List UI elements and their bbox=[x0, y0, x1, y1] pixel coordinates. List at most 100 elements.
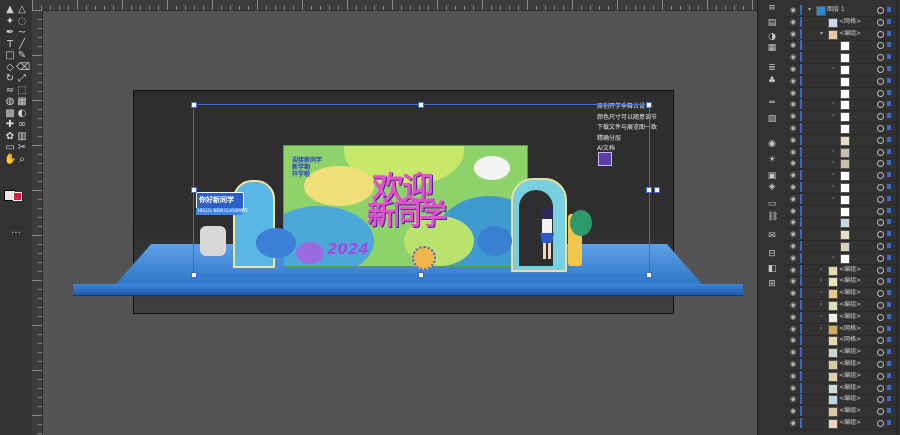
selection-indicator[interactable] bbox=[887, 384, 891, 390]
expand-arrow-icon[interactable]: › bbox=[820, 299, 822, 311]
slice-tool-icon[interactable]: ✂ bbox=[16, 142, 28, 154]
properties-icon[interactable]: ≡ bbox=[767, 4, 777, 13]
pathfinder-icon[interactable]: ◧ bbox=[767, 265, 777, 274]
target-circle-icon[interactable] bbox=[877, 396, 884, 404]
selection-indicator[interactable] bbox=[887, 89, 891, 95]
selection-indicator[interactable] bbox=[887, 290, 891, 296]
target-circle-icon[interactable] bbox=[877, 125, 884, 132]
visibility-eye-icon[interactable]: ◉ bbox=[789, 4, 797, 16]
target-circle-icon[interactable] bbox=[877, 420, 884, 427]
blend-tool-icon[interactable]: ∞ bbox=[16, 119, 28, 131]
visibility-eye-icon[interactable]: ◉ bbox=[789, 299, 797, 311]
selection-indicator[interactable] bbox=[887, 349, 891, 355]
selection-indicator[interactable] bbox=[887, 195, 891, 201]
align-icon[interactable]: ⊟ bbox=[767, 250, 777, 259]
selection-indicator[interactable] bbox=[887, 30, 891, 36]
selection-indicator[interactable] bbox=[887, 243, 891, 248]
selection-indicator[interactable] bbox=[887, 207, 891, 213]
collapse-arrow-icon[interactable]: ▾ bbox=[820, 28, 823, 40]
scale-tool-icon[interactable]: ⤢ bbox=[16, 73, 28, 85]
gradient-icon[interactable]: ▧ bbox=[767, 115, 777, 124]
visibility-eye-icon[interactable]: ◉ bbox=[789, 393, 797, 405]
appearance-icon[interactable]: ☀ bbox=[767, 156, 777, 165]
rotate-tool-icon[interactable]: ↻ bbox=[4, 73, 16, 85]
magic-wand-icon[interactable]: ✦ bbox=[4, 16, 16, 28]
target-circle-icon[interactable] bbox=[877, 160, 884, 168]
expand-arrow-icon[interactable]: › bbox=[832, 181, 834, 193]
libraries-icon[interactable]: ▤ bbox=[767, 19, 777, 28]
visibility-eye-icon[interactable]: ◉ bbox=[789, 323, 797, 335]
visibility-eye-icon[interactable]: ◉ bbox=[789, 75, 797, 87]
selection-indicator[interactable] bbox=[887, 313, 891, 319]
visibility-eye-icon[interactable]: ◉ bbox=[789, 275, 797, 287]
transform-icon[interactable]: ⊞ bbox=[767, 280, 777, 289]
visibility-eye-icon[interactable]: ◉ bbox=[789, 370, 797, 382]
links-icon[interactable]: ⛓ bbox=[767, 213, 778, 222]
selection-indicator[interactable] bbox=[887, 54, 891, 60]
expand-arrow-icon[interactable]: › bbox=[820, 275, 822, 287]
selection-handle[interactable] bbox=[418, 102, 424, 108]
target-circle-icon[interactable] bbox=[877, 18, 884, 26]
selection-handle[interactable] bbox=[191, 272, 197, 278]
symbols-icon[interactable]: ♣ bbox=[767, 77, 777, 86]
target-circle-icon[interactable] bbox=[877, 42, 884, 50]
selection-indicator[interactable] bbox=[887, 148, 891, 154]
selection-indicator[interactable] bbox=[887, 408, 891, 414]
target-circle-icon[interactable] bbox=[877, 219, 884, 227]
target-circle-icon[interactable] bbox=[877, 7, 884, 14]
eyedropper-icon[interactable]: ✚ bbox=[4, 119, 16, 131]
visibility-eye-icon[interactable]: ◉ bbox=[789, 169, 797, 181]
color-icon[interactable]: ◑ bbox=[767, 33, 777, 42]
paintbrush-icon[interactable]: ✎ bbox=[16, 50, 28, 62]
edit-toolbar-icon[interactable]: ··· bbox=[10, 228, 22, 240]
visibility-eye-icon[interactable]: ◉ bbox=[789, 110, 797, 122]
visibility-eye-icon[interactable]: ◉ bbox=[789, 39, 797, 51]
horizontal-ruler[interactable] bbox=[32, 0, 757, 11]
target-circle-icon[interactable] bbox=[877, 337, 884, 345]
visibility-eye-icon[interactable]: ◉ bbox=[789, 28, 797, 40]
visibility-eye-icon[interactable]: ◉ bbox=[789, 417, 797, 429]
selection-indicator[interactable] bbox=[887, 254, 891, 260]
selection-indicator[interactable] bbox=[887, 302, 891, 307]
stroke-icon[interactable]: ═ bbox=[767, 99, 777, 108]
target-circle-icon[interactable] bbox=[877, 243, 884, 250]
target-circle-icon[interactable] bbox=[877, 89, 884, 97]
expand-arrow-icon[interactable]: › bbox=[820, 264, 822, 276]
graphic-styles-icon[interactable]: ▣ bbox=[767, 172, 777, 181]
target-circle-icon[interactable] bbox=[877, 77, 884, 85]
stroke-color-swatch[interactable] bbox=[13, 192, 22, 201]
expand-arrow-icon[interactable]: › bbox=[832, 63, 834, 75]
target-circle-icon[interactable] bbox=[877, 136, 884, 144]
selection-indicator[interactable] bbox=[887, 125, 891, 130]
selection-handle[interactable] bbox=[646, 187, 652, 193]
target-circle-icon[interactable] bbox=[877, 290, 884, 298]
swatches-icon[interactable]: ▦ bbox=[767, 44, 777, 53]
vertical-ruler[interactable] bbox=[32, 10, 43, 435]
visibility-eye-icon[interactable]: ◉ bbox=[789, 63, 797, 75]
target-circle-icon[interactable] bbox=[877, 184, 884, 191]
visibility-eye-icon[interactable]: ◉ bbox=[789, 51, 797, 63]
target-circle-icon[interactable] bbox=[877, 195, 884, 203]
visibility-eye-icon[interactable]: ◉ bbox=[789, 181, 797, 193]
target-circle-icon[interactable] bbox=[877, 361, 884, 368]
lasso-icon[interactable]: ◌ bbox=[16, 16, 28, 28]
target-circle-icon[interactable] bbox=[877, 30, 884, 38]
shape-builder-icon[interactable]: ◍ bbox=[4, 96, 16, 108]
visibility-eye-icon[interactable]: ◉ bbox=[789, 16, 797, 28]
expand-arrow-icon[interactable]: › bbox=[832, 110, 834, 122]
selection-indicator[interactable] bbox=[887, 337, 891, 343]
visibility-eye-icon[interactable]: ◉ bbox=[789, 134, 797, 146]
selection-indicator[interactable] bbox=[887, 219, 891, 225]
target-circle-icon[interactable] bbox=[877, 207, 884, 215]
target-circle-icon[interactable] bbox=[877, 231, 884, 239]
selection-indicator[interactable] bbox=[887, 266, 891, 272]
selection-indicator[interactable] bbox=[887, 372, 891, 378]
expand-arrow-icon[interactable]: › bbox=[832, 146, 834, 158]
stage-floor-edge[interactable] bbox=[73, 284, 743, 296]
selection-indicator[interactable] bbox=[887, 231, 891, 237]
visibility-eye-icon[interactable]: ◉ bbox=[789, 311, 797, 323]
type-tool-icon[interactable]: T bbox=[4, 39, 16, 51]
expand-arrow-icon[interactable]: › bbox=[832, 98, 834, 110]
selection-indicator[interactable] bbox=[887, 420, 891, 425]
target-circle-icon[interactable] bbox=[877, 325, 884, 333]
